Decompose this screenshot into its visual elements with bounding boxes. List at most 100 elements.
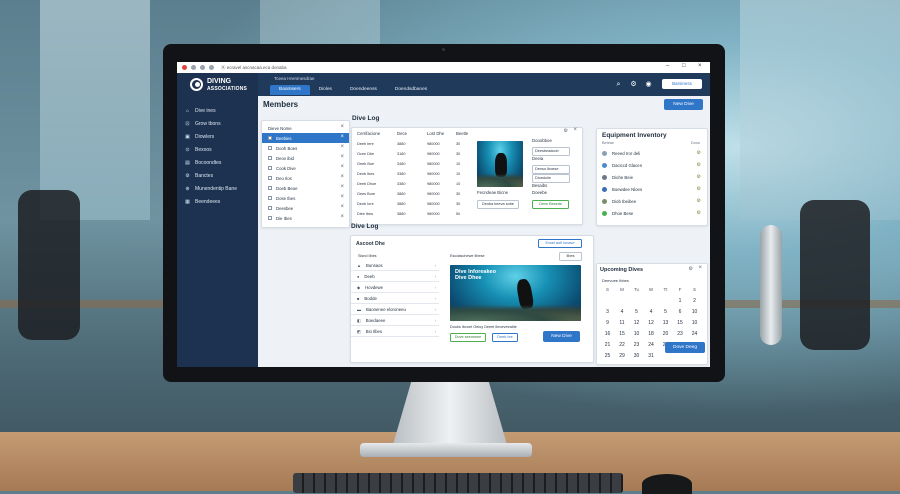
calendar-day[interactable]: 24 [646, 342, 657, 348]
green-action-button[interactable]: Dove seeonsee [450, 333, 486, 342]
equipment-row[interactable]: Reeed Iror deli [602, 148, 702, 158]
select-dropdown[interactable]: Ilbes [559, 252, 582, 261]
sidebar-item[interactable]: ⊡ Grow tbons [185, 119, 255, 129]
equipment-row[interactable]: Diob Ibeibee [602, 196, 702, 206]
detail-field[interactable]: Deesbeadoob [532, 147, 570, 156]
member-checkbox[interactable] [268, 206, 272, 210]
remove-icon[interactable]: × [340, 174, 344, 180]
tab[interactable]: Baomsers [270, 85, 310, 95]
close-icon[interactable]: × [698, 265, 702, 271]
detail-save-button[interactable]: Deve Beseds [532, 200, 569, 209]
gear-icon[interactable]: ⚙ [697, 150, 701, 156]
calendar-day[interactable]: 23 [631, 342, 642, 348]
calendar-day[interactable]: 6 [675, 309, 686, 315]
member-row[interactable]: Beebies × [262, 133, 349, 143]
member-row[interactable]: Deo Ilos × [262, 173, 349, 183]
calendar-day[interactable]: 25 [602, 353, 613, 359]
calendar-day[interactable]: 5 [660, 309, 671, 315]
remove-icon[interactable]: × [340, 154, 344, 160]
new-dive-button[interactable]: New Dive [664, 99, 703, 110]
remove-icon[interactable]: × [340, 214, 344, 220]
browser-reload-icon[interactable] [209, 65, 214, 70]
sidebar-item[interactable]: ⊕ Munendentip Bane [185, 184, 255, 194]
calendar-action-button[interactable]: Dove Deeg [665, 342, 705, 353]
equipment-row[interactable]: Dhoe Bese [602, 208, 702, 218]
calendar-day[interactable]: 20 [660, 331, 671, 337]
sidebar-item[interactable]: ▣ Diowlers [185, 132, 255, 142]
detail-action-button[interactable]: Deoba beeva sobe [477, 200, 519, 209]
member-checkbox[interactable] [268, 196, 272, 200]
settings-icon[interactable]: ⚙ [689, 266, 693, 272]
calendar-day[interactable]: 30 [631, 353, 642, 359]
calendar-day[interactable]: 31 [646, 353, 657, 359]
member-row[interactable]: Deesbee × [262, 203, 349, 213]
remove-icon[interactable]: × [340, 134, 344, 140]
dive-list-item[interactable]: ◩ Bsi Ilbes › [351, 326, 439, 337]
member-row[interactable]: Deov ibid × [262, 153, 349, 163]
equipment-row[interactable]: Daciccd Glacen [602, 160, 702, 170]
remove-icon[interactable]: × [340, 164, 344, 170]
calendar-day[interactable]: 15 [617, 331, 628, 337]
tab[interactable]: Dioles [310, 85, 341, 95]
gear-icon[interactable]: ⚙ [697, 198, 701, 204]
filter-button[interactable]: Exsel aotl Ionave [538, 239, 582, 248]
calendar-day[interactable]: 10 [631, 331, 642, 337]
maximize-icon[interactable]: □ [682, 63, 686, 69]
calendar-day[interactable]: 12 [631, 320, 642, 326]
member-checkbox[interactable] [268, 186, 272, 190]
close-icon[interactable]: × [340, 124, 344, 130]
calendar-day[interactable]: 15 [675, 320, 686, 326]
tab[interactable]: Doendsdbanes [386, 85, 436, 95]
calendar-day[interactable]: 11 [617, 320, 628, 326]
dive-list-item[interactable]: ▲ Bunsaos › [351, 260, 439, 271]
calendar-day[interactable]: 10 [689, 320, 700, 326]
calendar-day[interactable]: 9 [602, 320, 613, 326]
search-icon[interactable]: ⌕ [615, 81, 622, 88]
sidebar-item[interactable]: ⊙ Bexoos [185, 145, 255, 155]
sidebar-item[interactable]: ⌂ Dive ines [185, 106, 255, 116]
gear-icon[interactable]: ⚙ [697, 186, 701, 192]
calendar-day[interactable]: 4 [646, 309, 657, 315]
calendar-day[interactable]: 13 [660, 320, 671, 326]
sidebar-item[interactable]: ⚙ Banctes [185, 171, 255, 181]
detail-field[interactable]: Dioedolie [532, 174, 570, 183]
member-checkbox[interactable] [268, 216, 272, 220]
calendar-day[interactable]: 1 [675, 298, 686, 304]
calendar-day[interactable]: 5 [631, 309, 642, 315]
gear-icon[interactable]: ⚙ [697, 210, 701, 216]
calendar-day[interactable]: 21 [602, 342, 613, 348]
calendar-day[interactable]: 4 [617, 309, 628, 315]
member-checkbox[interactable] [268, 166, 272, 170]
member-row[interactable]: Doeb Beoe × [262, 183, 349, 193]
calendar-day[interactable]: 22 [617, 342, 628, 348]
member-checkbox[interactable] [268, 156, 272, 160]
sidebar-item[interactable]: ▦ Beendeees [185, 197, 255, 207]
calendar-day[interactable]: 18 [646, 331, 657, 337]
dive-list-item[interactable]: ◧ Boedaeee › [351, 315, 439, 326]
calendar-day[interactable]: 3 [602, 309, 613, 315]
new-dive-card-button[interactable]: New Dive [543, 331, 580, 342]
browser-back-icon[interactable] [191, 65, 196, 70]
browser-forward-icon[interactable] [200, 65, 205, 70]
member-row[interactable]: Dose Ibes × [262, 193, 349, 203]
member-checkbox[interactable] [268, 136, 272, 140]
member-checkbox[interactable] [268, 176, 272, 180]
close-icon[interactable]: × [698, 63, 702, 69]
address-bar[interactable]: Ⓐ ecravel ascnacaa.eca donaba [221, 65, 287, 71]
calendar-day[interactable]: 12 [646, 320, 657, 326]
settings-icon[interactable]: ⚙ [564, 128, 568, 134]
dive-list-item[interactable]: ● Deeb › [351, 271, 439, 282]
equipment-row[interactable]: Boewdee Nloes [602, 184, 702, 194]
gear-icon[interactable]: ⚙ [697, 162, 701, 168]
remove-icon[interactable]: × [340, 144, 344, 150]
detail-field[interactable]: Denso Iboese [532, 165, 570, 174]
member-row[interactable]: Die Ibes × [262, 213, 349, 223]
equipment-row[interactable]: Diohe Beie [602, 172, 702, 182]
member-row[interactable]: Dooh Boes × [262, 143, 349, 153]
notification-icon[interactable]: ◉ [645, 81, 652, 88]
calendar-day[interactable]: 16 [602, 331, 613, 337]
calendar-day[interactable]: 23 [675, 331, 686, 337]
settings-icon[interactable]: ⚙ [630, 81, 637, 88]
sidebar-item[interactable]: ▤ Bocoondtes [185, 158, 255, 168]
dive-list-item[interactable]: ▬ Baonenee eloroneeu › [351, 304, 439, 315]
